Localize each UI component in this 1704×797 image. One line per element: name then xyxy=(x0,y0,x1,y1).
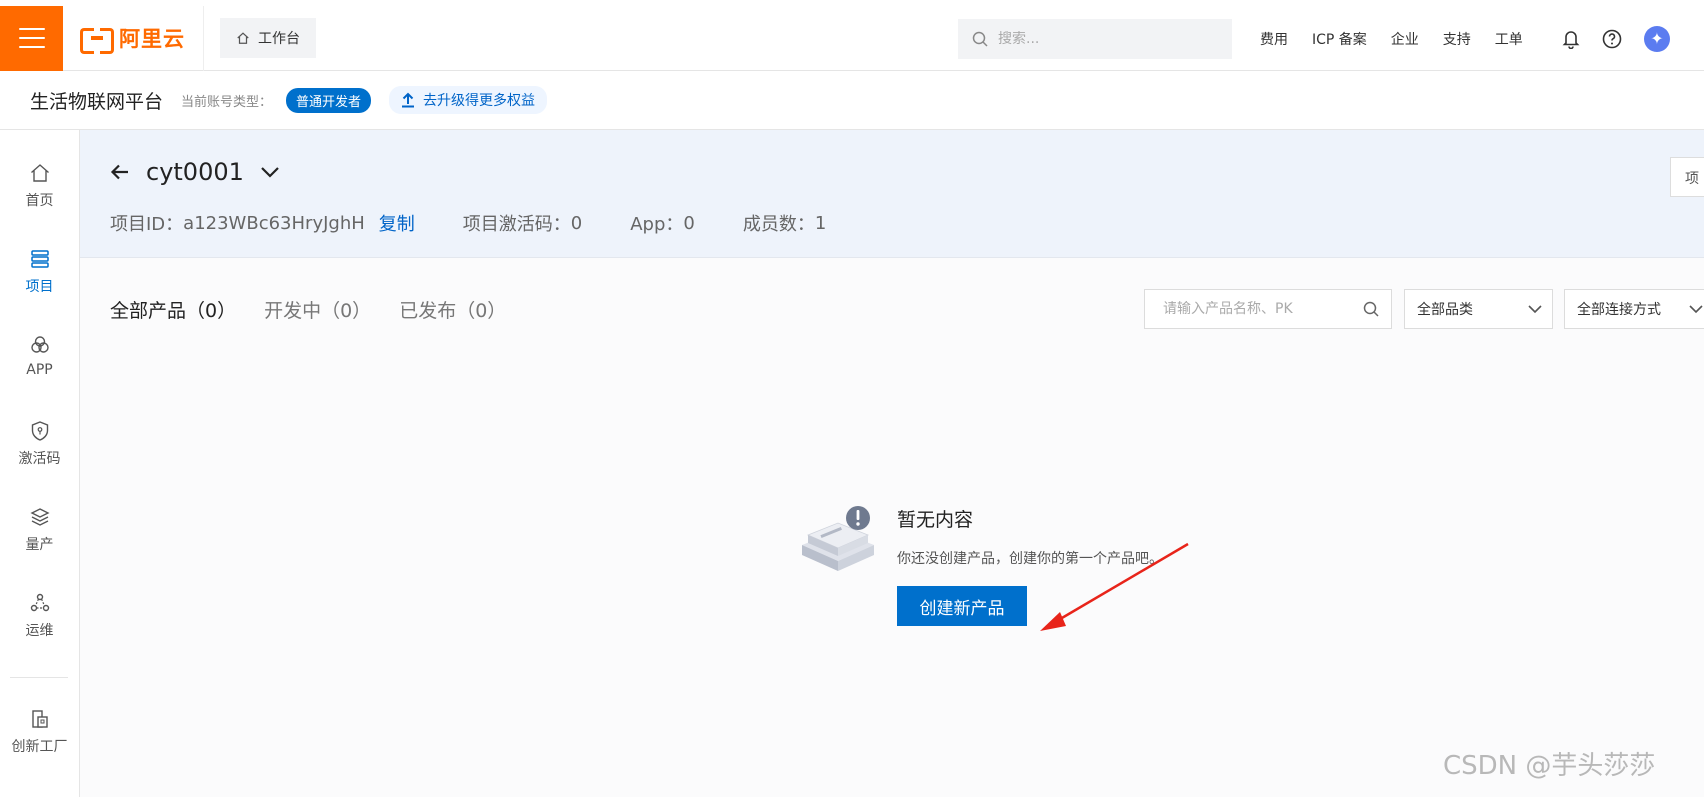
search-icon xyxy=(972,31,988,47)
sidebar-item-innovation-factory[interactable]: 创新工厂 xyxy=(0,708,79,756)
chevron-down-icon xyxy=(1689,304,1703,313)
sidebar-divider xyxy=(10,677,68,678)
project-id-label: 项目ID： xyxy=(110,214,184,235)
app-count-label: App： xyxy=(630,214,684,235)
upload-arrow-icon xyxy=(402,92,415,108)
sidebar-item-project[interactable]: 项目 xyxy=(0,248,79,296)
hamburger-menu-button[interactable] xyxy=(0,5,63,71)
back-arrow-icon[interactable] xyxy=(110,163,130,181)
connection-select[interactable]: 全部连接方式 xyxy=(1564,289,1704,329)
project-icon xyxy=(30,250,49,268)
sidebar-item-ops[interactable]: 运维 xyxy=(0,592,79,640)
product-search[interactable] xyxy=(1144,289,1392,329)
app-count-value: 0 xyxy=(683,212,695,234)
sidebar-item-label: 量产 xyxy=(25,537,54,553)
product-search-input[interactable] xyxy=(1163,301,1353,317)
logo-mark-icon xyxy=(80,28,114,54)
project-header: cyt0001 项目ID： a123WBc63HryJghH 复制 项目激活码：… xyxy=(80,130,1704,258)
project-title-row: cyt0001 xyxy=(110,158,280,186)
project-name: cyt0001 xyxy=(146,158,244,186)
sidebar-item-label: 项目 xyxy=(25,279,54,295)
category-select[interactable]: 全部品类 xyxy=(1404,289,1553,329)
sidebar-item-label: 激活码 xyxy=(18,451,61,467)
main-content: cyt0001 项目ID： a123WBc63HryJghH 复制 项目激活码：… xyxy=(80,130,1704,797)
chevron-down-icon xyxy=(1528,304,1542,313)
nav-icp[interactable]: ICP 备案 xyxy=(1312,29,1367,49)
global-search-input[interactable] xyxy=(998,31,1198,47)
layers-icon xyxy=(29,508,50,526)
workbench-button[interactable]: 工作台 xyxy=(220,18,316,58)
platform-subbar: 生活物联网平台 当前账号类型： 普通开发者 去升级得更多权益 xyxy=(0,71,1704,130)
upgrade-link[interactable]: 去升级得更多权益 xyxy=(389,86,548,114)
create-product-button[interactable]: 创建新产品 xyxy=(897,586,1027,626)
watermark: CSDN @芋头莎莎 xyxy=(1443,751,1656,781)
account-type-label: 当前账号类型： xyxy=(181,94,273,110)
user-avatar[interactable]: ✦ xyxy=(1644,25,1670,52)
ops-icon xyxy=(30,593,49,612)
bell-icon[interactable] xyxy=(1562,29,1580,49)
home-icon xyxy=(30,164,49,182)
shield-icon xyxy=(31,421,48,441)
factory-icon xyxy=(31,710,48,728)
top-nav-links: 费用 ICP 备案 企业 支持 工单 xyxy=(1260,6,1523,71)
top-icon-group: ✦ xyxy=(1562,6,1670,71)
empty-box-icon xyxy=(802,506,874,571)
project-meta: 项目ID： a123WBc63HryJghH 复制 项目激活码： 0 App： … xyxy=(110,210,826,236)
top-navbar: 阿里云 工作台 费用 ICP 备案 企业 支持 工单 ✦ xyxy=(0,5,1704,71)
copy-id-link[interactable]: 复制 xyxy=(379,210,415,236)
nav-support[interactable]: 支持 xyxy=(1443,29,1471,49)
member-count-value: 1 xyxy=(814,212,827,234)
platform-title: 生活物联网平台 xyxy=(30,90,164,113)
sidebar-item-label: 首页 xyxy=(25,193,54,209)
sidebar-item-label: 运维 xyxy=(25,623,54,639)
sidebar-item-label: APP xyxy=(26,362,53,378)
tab-published[interactable]: 已发布（0） xyxy=(399,296,506,323)
search-icon[interactable] xyxy=(1363,301,1379,317)
product-tabs: 全部产品（0） 开发中（0） 已发布（0） xyxy=(110,296,506,323)
activation-code-label: 项目激活码： xyxy=(462,214,571,235)
member-count-label: 成员数： xyxy=(742,214,815,235)
project-settings-button[interactable]: 项 xyxy=(1670,157,1704,197)
sidebar-item-label: 创新工厂 xyxy=(11,739,68,755)
aliyun-logo[interactable]: 阿里云 xyxy=(63,5,204,71)
nav-enterprise[interactable]: 企业 xyxy=(1391,29,1419,49)
connection-select-value: 全部连接方式 xyxy=(1577,302,1661,318)
sidebar-item-app[interactable]: APP xyxy=(0,334,79,378)
chevron-down-icon[interactable] xyxy=(260,166,280,178)
home-icon xyxy=(237,32,249,44)
sidebar-item-mass-production[interactable]: 量产 xyxy=(0,506,79,554)
upgrade-label: 去升级得更多权益 xyxy=(423,93,536,109)
workbench-label: 工作台 xyxy=(258,31,300,47)
left-sidebar: 首页 项目 APP 激活码 量产 运维 创新工厂 xyxy=(0,130,80,797)
account-type-badge: 普通开发者 xyxy=(286,87,372,113)
sidebar-item-activation[interactable]: 激活码 xyxy=(0,420,79,468)
annotation-arrow xyxy=(1040,542,1189,631)
tab-all-products[interactable]: 全部产品（0） xyxy=(110,296,236,323)
project-id-value: a123WBc63HryJghH xyxy=(183,212,365,234)
help-icon[interactable] xyxy=(1602,29,1622,49)
tab-in-development[interactable]: 开发中（0） xyxy=(264,296,371,323)
activation-code-value: 0 xyxy=(570,212,583,234)
global-search[interactable] xyxy=(958,19,1232,59)
empty-state-title: 暂无内容 xyxy=(897,509,974,531)
category-select-value: 全部品类 xyxy=(1417,302,1473,318)
sidebar-item-home[interactable]: 首页 xyxy=(0,162,79,210)
nav-ticket[interactable]: 工单 xyxy=(1495,29,1523,49)
nav-fees[interactable]: 费用 xyxy=(1260,29,1288,49)
app-icon xyxy=(30,336,49,353)
